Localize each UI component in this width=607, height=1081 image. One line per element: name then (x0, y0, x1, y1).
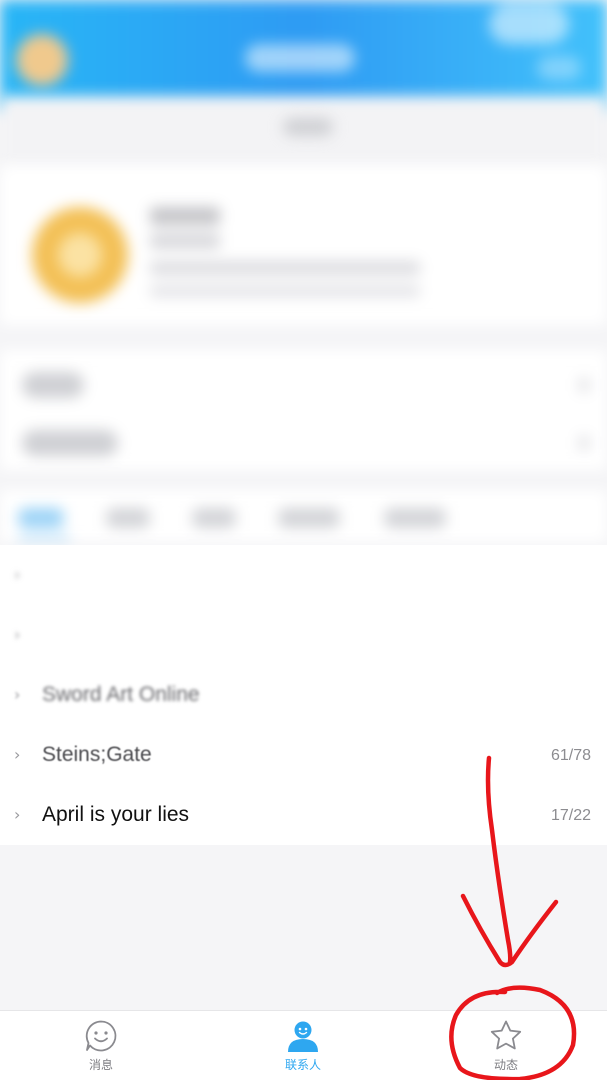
profile-detail (150, 233, 220, 249)
annotation-arrow-head (460, 893, 559, 968)
star-icon (490, 1020, 522, 1050)
group-tabs (0, 490, 607, 542)
list-item[interactable]: › April is your lies 17/22 (0, 785, 607, 845)
list-item[interactable]: › Steins;Gate 61/78 (0, 725, 607, 785)
chevron-right-icon: › (14, 685, 21, 704)
contact-group-list: › › › Sword Art Online › Steins;Gate 61/… (0, 545, 607, 845)
chevron-right-icon (579, 436, 589, 450)
tab-2[interactable] (106, 508, 150, 528)
smiley-chat-icon (85, 1020, 117, 1052)
group-title: Sword Art Online (42, 683, 200, 706)
tab-messages-label: 消息 (88, 1058, 113, 1072)
tab-1[interactable] (18, 508, 64, 528)
tab-messages[interactable]: 消息 (41, 1011, 161, 1081)
tab-5[interactable] (384, 508, 446, 528)
bottom-tab-bar: 消息 联系人 动态 (0, 1010, 607, 1081)
tab-contacts-label: 联系人 (284, 1058, 321, 1072)
group-count: 61/78 (550, 747, 591, 764)
chevron-right-icon: › (14, 565, 21, 584)
profile-info-line (150, 261, 420, 275)
group-count: 17/22 (550, 807, 591, 824)
list-item[interactable]: › (0, 545, 607, 605)
tab-3[interactable] (192, 508, 236, 528)
chevron-right-icon: › (14, 625, 21, 644)
list-item[interactable]: › (0, 605, 607, 665)
header-avatar[interactable] (16, 34, 68, 86)
chevron-right-icon: › (14, 805, 21, 824)
header-action-button[interactable] (489, 4, 569, 44)
chevron-right-icon (579, 378, 589, 392)
group-title: April is your lies (42, 803, 190, 826)
profile-info-line-2 (150, 285, 420, 297)
tab-active-indicator (18, 536, 70, 540)
contacts-person-icon (288, 1021, 318, 1052)
settings-section (0, 350, 607, 470)
header-subtitle (283, 118, 333, 136)
tab-contacts[interactable]: 联系人 (243, 1011, 363, 1081)
header-bar (0, 0, 607, 110)
chevron-right-icon: › (14, 745, 21, 764)
tab-feed[interactable]: 动态 (446, 1011, 566, 1081)
tab-4[interactable] (278, 508, 340, 528)
tab-feed-label: 动态 (493, 1058, 518, 1072)
header-secondary-button[interactable] (537, 56, 581, 80)
settings-row-2[interactable] (22, 430, 118, 456)
profile-card[interactable] (0, 165, 607, 325)
settings-row-1[interactable] (22, 372, 84, 398)
list-item[interactable]: › Sword Art Online (0, 665, 607, 725)
header-title (245, 44, 355, 72)
group-title: Steins;Gate (42, 743, 152, 766)
profile-name (150, 207, 220, 225)
profile-avatar-face (58, 233, 102, 277)
